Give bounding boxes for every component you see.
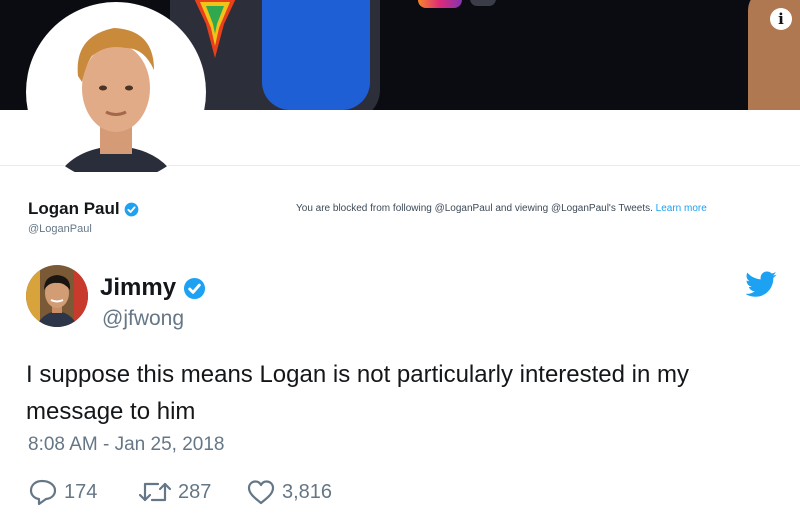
retweet-count: 287 xyxy=(178,480,212,503)
profile-handle: @LoganPaul xyxy=(28,223,92,235)
profile-name-row: Logan Paul xyxy=(28,199,139,219)
verified-badge-icon xyxy=(183,278,205,300)
profile-name: Logan Paul xyxy=(28,199,120,218)
retweet-button[interactable]: 287 xyxy=(138,477,211,507)
reply-count: 174 xyxy=(64,480,98,503)
tweet-author-avatar[interactable] xyxy=(26,265,88,327)
blocked-text: You are blocked from following @LoganPau… xyxy=(296,203,653,214)
avatar-portrait xyxy=(34,10,198,174)
tweet-author-name-row: Jimmy xyxy=(100,274,206,302)
tweet-text: I suppose this means Logan is not partic… xyxy=(26,361,690,425)
like-button[interactable]: 3,816 xyxy=(246,477,332,507)
blocked-notice: You are blocked from following @LoganPau… xyxy=(296,203,800,214)
learn-more-link[interactable]: Learn more xyxy=(656,203,707,214)
banner-sleeve xyxy=(262,0,370,110)
tweet-avatar-portrait xyxy=(26,265,88,327)
tweet-timestamp[interactable]: 8:08 AM - Jan 25, 2018 xyxy=(28,434,224,456)
verified-badge-icon xyxy=(124,202,139,217)
profile-avatar[interactable] xyxy=(26,2,206,182)
twitter-bird-icon[interactable] xyxy=(744,268,778,302)
reply-icon xyxy=(29,479,57,506)
info-icon[interactable]: i xyxy=(770,8,792,30)
reply-button[interactable]: 174 xyxy=(28,477,97,507)
retweet-icon xyxy=(138,482,172,502)
like-icon xyxy=(247,480,275,505)
banner-graphic xyxy=(470,0,496,6)
banner-instagram-logo xyxy=(418,0,462,8)
like-count: 3,816 xyxy=(282,480,333,503)
tweet-author-handle[interactable]: @jfwong xyxy=(102,307,184,331)
tweet-author-name[interactable]: Jimmy xyxy=(100,274,176,301)
